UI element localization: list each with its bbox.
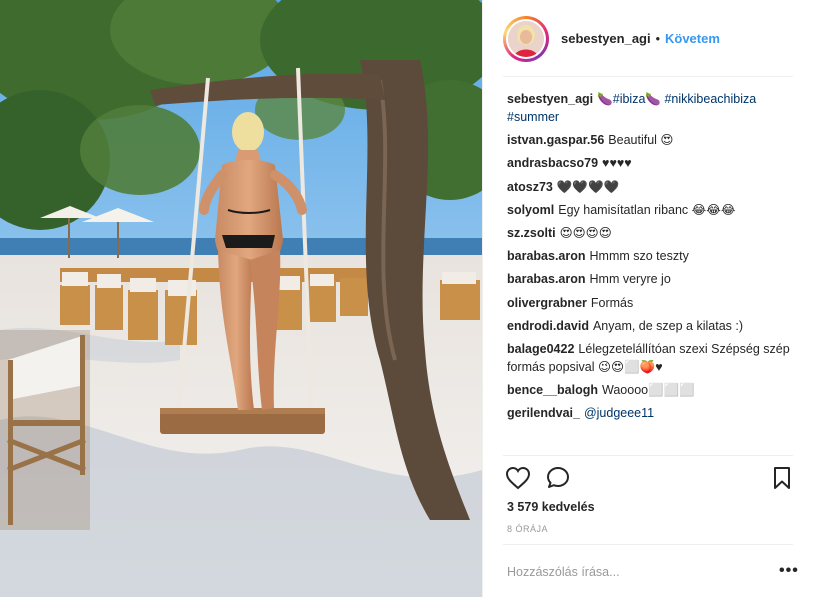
speech-bubble-icon[interactable] [546, 466, 572, 493]
comment-username[interactable]: barabas.aron [507, 272, 586, 286]
post-header: sebestyen_agi • Követem [483, 0, 817, 77]
comment-text: 🖤🖤🖤🖤 [556, 179, 620, 194]
comment-item: andrasbacso79 ♥♥♥♥ [507, 154, 797, 172]
comment-item: sebestyen_agi 🍆#ibiza🍆 #nikkibeachibiza #… [507, 90, 797, 126]
divider [503, 455, 793, 456]
comment-text: ♥♥♥♥ [602, 156, 632, 171]
comment-text: 🍆 [645, 92, 665, 106]
comment-username[interactable]: istvan.gaspar.56 [507, 133, 604, 147]
separator-dot: • [655, 31, 660, 46]
comment-hashtag-link[interactable]: @judgeee11 [584, 406, 654, 420]
comment-username[interactable]: sz.zsolti [507, 226, 556, 240]
comment-item: gerilendvai_ @judgeee11 [507, 404, 797, 422]
comment-text: Beautiful 😍 [608, 133, 674, 148]
comment-item: endrodi.david Anyam, de szep a kilatas :) [507, 317, 797, 335]
post-side-panel: sebestyen_agi • Követem sebestyen_agi 🍆#i… [482, 0, 817, 597]
post-author-username[interactable]: sebestyen_agi [561, 31, 651, 46]
heart-icon[interactable] [505, 466, 531, 493]
comment-item: istvan.gaspar.56 Beautiful 😍 [507, 131, 797, 149]
comment-username[interactable]: balage0422 [507, 342, 574, 356]
comment-username[interactable]: bence__balogh [507, 383, 598, 397]
comment-username[interactable]: atosz73 [507, 180, 553, 194]
comment-username[interactable]: solyoml [507, 203, 554, 217]
post-timestamp[interactable]: 8 ÓRÁJA [507, 524, 548, 534]
follow-button[interactable]: Követem [665, 31, 720, 46]
comment-list: sebestyen_agi 🍆#ibiza🍆 #nikkibeachibiza #… [507, 90, 797, 427]
comment-item: barabas.aron Hmmm szo teszty [507, 247, 797, 265]
comment-text: 😍😍😍😍 [559, 225, 612, 240]
comment-item: barabas.aron Hmm veryre jo [507, 270, 797, 288]
more-options-icon[interactable]: ••• [779, 563, 799, 579]
comment-username[interactable]: gerilendvai_ [507, 406, 580, 420]
comment-text: Anyam, de szep a kilatas :) [592, 318, 744, 333]
comment-username[interactable]: endrodi.david [507, 319, 589, 333]
post-photo[interactable] [0, 0, 482, 597]
add-comment-input[interactable] [507, 565, 757, 579]
comment-text: Formás [590, 295, 634, 310]
comment-item: olivergrabner Formás [507, 294, 797, 312]
comment-username[interactable]: sebestyen_agi [507, 92, 593, 106]
photo-illustration [0, 0, 482, 597]
comment-text: Egy hamisítatlan ribanc 😂😂😂 [558, 202, 736, 217]
comment-username[interactable]: andrasbacso79 [507, 156, 598, 170]
comment-item: solyoml Egy hamisítatlan ribanc 😂😂😂 [507, 201, 797, 219]
comment-hashtag-link[interactable]: #ibiza [613, 92, 646, 106]
comment-item: bence__balogh Waoooo⬜⬜⬜ [507, 381, 797, 399]
divider [503, 544, 793, 545]
divider [503, 76, 793, 77]
comment-item: balage0422 Lélegzetelállítóan szexi Széps… [507, 340, 797, 376]
comment-text: Waoooo⬜⬜⬜ [602, 383, 695, 398]
comment-username[interactable]: barabas.aron [507, 249, 586, 263]
comment-text: 🍆 [597, 92, 613, 106]
comment-item: sz.zsolti 😍😍😍😍 [507, 224, 797, 242]
comment-username[interactable]: olivergrabner [507, 296, 587, 310]
likes-count[interactable]: 3 579 kedvelés [507, 500, 595, 514]
bookmark-icon[interactable] [772, 466, 792, 493]
instagram-post: sebestyen_agi • Követem sebestyen_agi 🍆#i… [0, 0, 817, 597]
avatar[interactable] [503, 15, 549, 62]
comment-item: atosz73 🖤🖤🖤🖤 [507, 178, 797, 196]
comment-text: Hmmm szo teszty [589, 249, 689, 264]
comment-text: Hmm veryre jo [589, 272, 671, 287]
avatar-image [508, 20, 544, 57]
